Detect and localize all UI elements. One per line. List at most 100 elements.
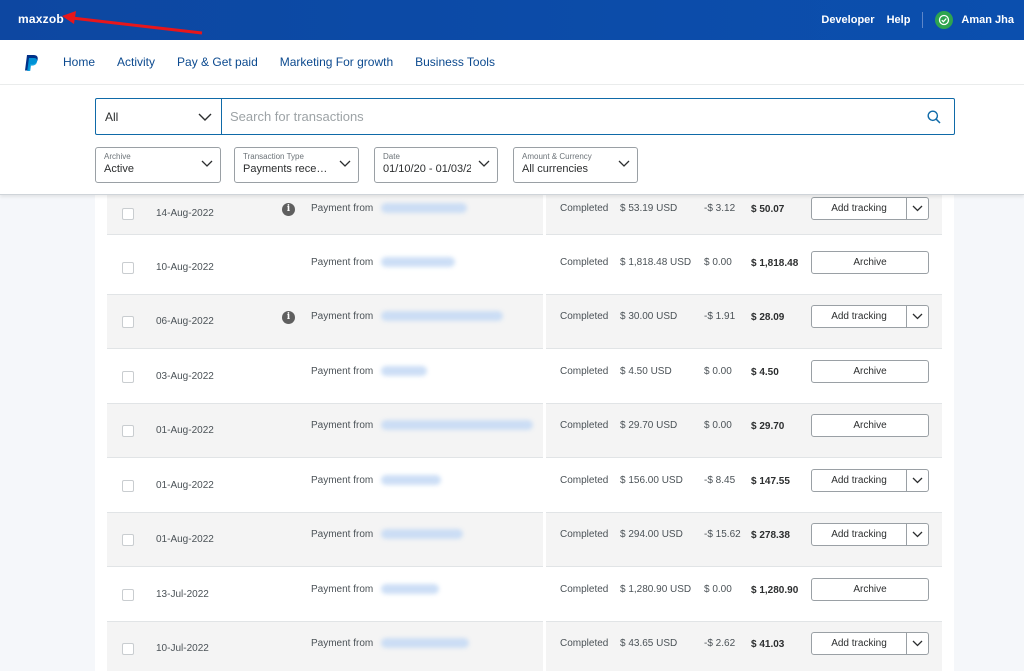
top-bar: maxzob Developer Help Aman Jha <box>0 0 1024 40</box>
row-fee: $ 0.00 <box>704 366 732 377</box>
row-fee: -$ 1.91 <box>704 311 736 322</box>
row-net: $ 50.07 <box>751 204 785 215</box>
row-checkbox[interactable] <box>122 589 134 601</box>
row-gross: $ 294.00 USD <box>620 529 683 540</box>
row-fee: $ 0.00 <box>704 257 732 268</box>
amount-currency-filter[interactable]: Amount & Currency All currencies <box>513 147 638 183</box>
row-net: $ 278.38 <box>751 530 790 541</box>
redacted-name[interactable] <box>381 203 467 213</box>
table-row[interactable]: 06-Aug-2022 i Payment from Completed $ 30.00… <box>107 295 942 349</box>
archive-label: Archive <box>853 257 887 268</box>
nav-activity[interactable]: Activity <box>117 55 155 69</box>
archive-filter[interactable]: Archive Active <box>95 147 221 183</box>
info-icon[interactable]: i <box>282 311 295 324</box>
nav-marketing[interactable]: Marketing For growth <box>280 55 393 69</box>
chevron-down-icon[interactable] <box>906 633 928 654</box>
chevron-down-icon[interactable] <box>906 306 928 327</box>
archive-button[interactable]: Archive <box>811 578 929 601</box>
redacted-name[interactable] <box>381 257 455 267</box>
redacted-name[interactable] <box>381 638 469 648</box>
info-icon[interactable]: i <box>282 203 295 216</box>
transaction-type-filter[interactable]: Transaction Type Payments rece… <box>234 147 359 183</box>
row-checkbox[interactable] <box>122 371 134 383</box>
search-bar: All <box>95 98 955 135</box>
chevron-down-icon[interactable] <box>906 524 928 545</box>
row-type: Payment from <box>311 203 374 214</box>
row-type: Payment from <box>311 420 374 431</box>
add-tracking-button[interactable]: Add tracking <box>811 469 929 492</box>
add-tracking-label: Add tracking <box>831 203 887 214</box>
add-tracking-button[interactable]: Add tracking <box>811 632 929 655</box>
divider <box>922 12 924 28</box>
table-row[interactable]: 01-Aug-2022 Payment from Completed $ 294.00… <box>107 513 942 567</box>
row-net: $ 41.03 <box>751 639 785 650</box>
search-input[interactable] <box>222 99 914 134</box>
redacted-name[interactable] <box>381 420 533 430</box>
row-type: Payment from <box>311 584 374 595</box>
help-link[interactable]: Help <box>887 14 911 26</box>
archive-button[interactable]: Archive <box>811 414 929 437</box>
row-type: Payment from <box>311 311 374 322</box>
row-status: Completed <box>560 638 609 649</box>
row-date: 06-Aug-2022 <box>156 316 214 327</box>
nav-home[interactable]: Home <box>63 55 95 69</box>
add-tracking-button[interactable]: Add tracking <box>811 523 929 546</box>
row-gross: $ 29.70 USD <box>620 420 678 431</box>
search-button[interactable] <box>914 99 954 134</box>
row-date: 01-Aug-2022 <box>156 425 214 436</box>
row-date: 14-Aug-2022 <box>156 208 214 219</box>
search-icon <box>927 110 941 124</box>
table-row[interactable]: 13-Jul-2022 Payment from Completed $ 1,280.… <box>107 568 942 622</box>
row-net: $ 1,818.48 <box>751 258 799 269</box>
search-scope-select[interactable]: All <box>96 99 222 134</box>
table-row[interactable]: 03-Aug-2022 Payment from Completed $ 4.50 U… <box>107 350 942 404</box>
table-row[interactable]: 10-Aug-2022 Payment from Completed $ 1,818.… <box>107 241 942 295</box>
archive-button[interactable]: Archive <box>811 360 929 383</box>
main-nav: Home Activity Pay & Get paid Marketing F… <box>0 40 1024 85</box>
row-net: $ 4.50 <box>751 367 779 378</box>
transaction-type-filter-label: Transaction Type <box>243 152 304 161</box>
add-tracking-button[interactable]: Add tracking <box>811 197 929 220</box>
row-gross: $ 30.00 USD <box>620 311 678 322</box>
amount-currency-filter-value: All currencies <box>522 163 589 175</box>
row-net: $ 29.70 <box>751 421 785 432</box>
row-fee: -$ 8.45 <box>704 475 736 486</box>
paypal-logo-icon[interactable] <box>24 54 40 72</box>
table-row[interactable]: 01-Aug-2022 Payment from Completed $ 156.00… <box>107 459 942 513</box>
redacted-name[interactable] <box>381 584 439 594</box>
chevron-down-icon[interactable] <box>906 470 928 491</box>
nav-business-tools[interactable]: Business Tools <box>415 55 495 69</box>
row-checkbox[interactable] <box>122 534 134 546</box>
redacted-name[interactable] <box>381 366 427 376</box>
row-checkbox[interactable] <box>122 208 134 220</box>
row-net: $ 1,280.90 <box>751 585 799 596</box>
table-row[interactable]: 01-Aug-2022 Payment from Completed $ 29.70 … <box>107 404 942 458</box>
row-type: Payment from <box>311 529 374 540</box>
table-row[interactable]: 14-Aug-2022 i Payment from Completed $ 53.19… <box>107 195 942 235</box>
row-type: Payment from <box>311 257 374 268</box>
transactions-table: 14-Aug-2022 i Payment from Completed $ 53.19… <box>95 195 954 671</box>
redacted-name[interactable] <box>381 311 503 321</box>
row-status: Completed <box>560 311 609 322</box>
row-net: $ 28.09 <box>751 312 785 323</box>
row-gross: $ 43.65 USD <box>620 638 678 649</box>
business-name[interactable]: maxzob <box>18 12 64 26</box>
developer-link[interactable]: Developer <box>821 14 874 26</box>
chevron-down-icon[interactable] <box>906 198 928 219</box>
redacted-name[interactable] <box>381 475 441 485</box>
nav-items: Home Activity Pay & Get paid Marketing F… <box>63 55 495 69</box>
date-filter[interactable]: Date 01/10/20 - 01/03/2 <box>374 147 498 183</box>
row-checkbox[interactable] <box>122 480 134 492</box>
archive-button[interactable]: Archive <box>811 251 929 274</box>
table-row[interactable]: 10-Jul-2022 Payment from Completed $ 43.65 … <box>107 622 942 671</box>
row-checkbox[interactable] <box>122 262 134 274</box>
archive-label: Archive <box>853 366 887 377</box>
user-menu[interactable]: Aman Jha <box>935 11 1014 29</box>
row-gross: $ 53.19 USD <box>620 203 678 214</box>
row-checkbox[interactable] <box>122 643 134 655</box>
nav-pay-get-paid[interactable]: Pay & Get paid <box>177 55 258 69</box>
row-checkbox[interactable] <box>122 316 134 328</box>
add-tracking-button[interactable]: Add tracking <box>811 305 929 328</box>
redacted-name[interactable] <box>381 529 463 539</box>
row-checkbox[interactable] <box>122 425 134 437</box>
